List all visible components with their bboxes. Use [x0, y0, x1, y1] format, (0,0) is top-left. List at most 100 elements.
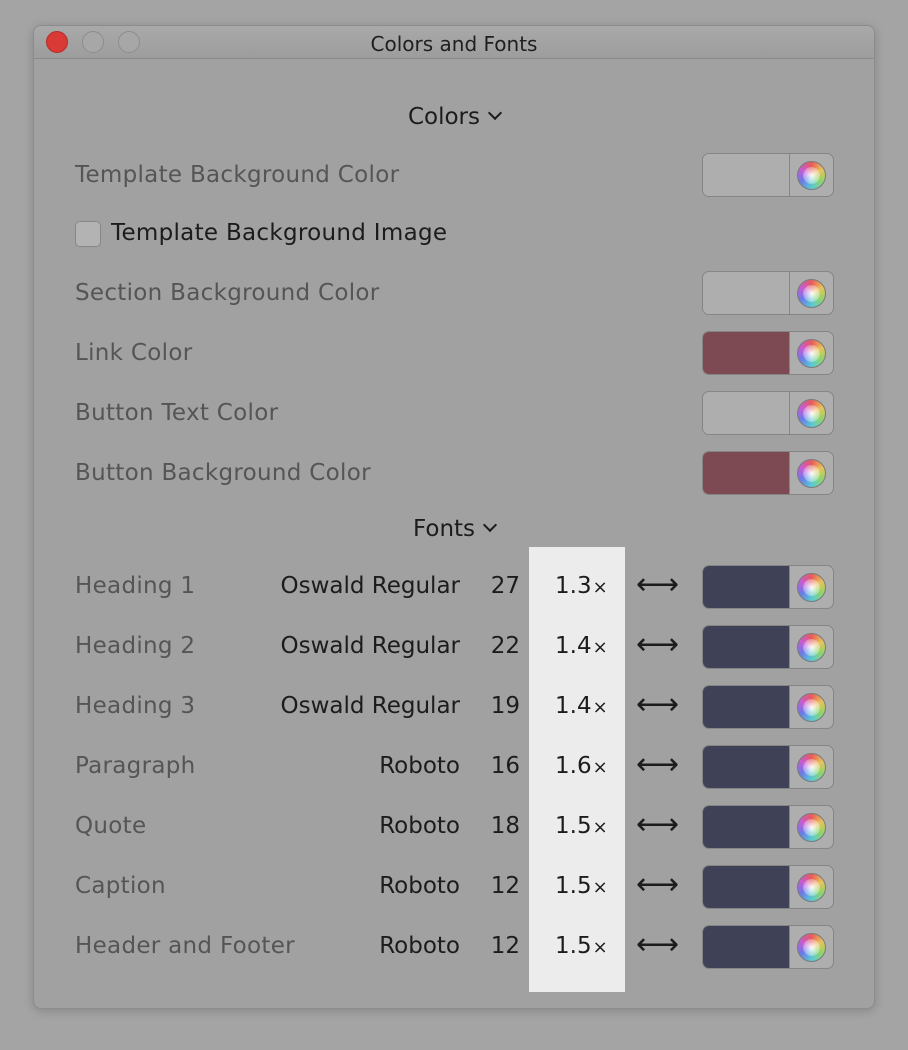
template-background-image-checkbox[interactable]	[75, 221, 101, 247]
heading-1-line-height[interactable]: 1.3×	[555, 573, 608, 599]
heading-2-line-height[interactable]: 1.4×	[555, 633, 608, 659]
header-and-footer-color-well[interactable]	[702, 925, 834, 969]
section-background-color-swatch[interactable]	[703, 272, 790, 314]
section-background-color-well[interactable]	[702, 271, 834, 315]
heading-1-font[interactable]: Oswald Regular	[280, 573, 460, 599]
double-arrow-icon[interactable]: ⟷	[636, 930, 679, 960]
caption-line-height-value: 1.5	[555, 873, 592, 899]
heading-1-label: Heading 1	[75, 573, 196, 599]
paragraph-color-well[interactable]	[702, 745, 834, 789]
multiplier-sign: ×	[592, 697, 608, 718]
color-wheel-icon[interactable]	[797, 161, 826, 190]
header-and-footer-line-height-value: 1.5	[555, 933, 592, 959]
paragraph-line-height[interactable]: 1.6×	[555, 753, 608, 779]
paragraph-label: Paragraph	[75, 753, 196, 779]
multiplier-sign: ×	[592, 817, 608, 838]
button-text-color-label: Button Text Color	[75, 400, 279, 426]
heading-2-color-swatch[interactable]	[703, 626, 790, 668]
section-background-color-label: Section Background Color	[75, 280, 380, 306]
heading-2-size[interactable]: 22	[491, 633, 520, 659]
multiplier-sign: ×	[592, 637, 608, 658]
color-wheel-icon[interactable]	[797, 633, 826, 662]
paragraph-line-height-value: 1.6	[555, 753, 592, 779]
quote-font[interactable]: Roboto	[379, 813, 460, 839]
quote-line-height[interactable]: 1.5×	[555, 813, 608, 839]
heading-3-font[interactable]: Oswald Regular	[280, 693, 460, 719]
double-arrow-icon[interactable]: ⟷	[636, 690, 679, 720]
heading-2-label: Heading 2	[75, 633, 196, 659]
template-background-color-swatch[interactable]	[703, 154, 790, 196]
quote-label: Quote	[75, 813, 147, 839]
fonts-section-toggle[interactable]: Fonts	[34, 516, 874, 542]
heading-3-color-well[interactable]	[702, 685, 834, 729]
link-color-well[interactable]	[702, 331, 834, 375]
caption-size[interactable]: 12	[491, 873, 520, 899]
color-wheel-icon[interactable]	[797, 933, 826, 962]
heading-2-font[interactable]: Oswald Regular	[280, 633, 460, 659]
caption-line-height[interactable]: 1.5×	[555, 873, 608, 899]
header-and-footer-line-height[interactable]: 1.5×	[555, 933, 608, 959]
color-wheel-icon[interactable]	[797, 339, 826, 368]
fonts-section-title: Fonts	[412, 516, 476, 542]
link-color-label: Link Color	[75, 340, 193, 366]
paragraph-size[interactable]: 16	[491, 753, 520, 779]
paragraph-font[interactable]: Roboto	[379, 753, 460, 779]
button-text-color-swatch[interactable]	[703, 392, 790, 434]
heading-2-color-well[interactable]	[702, 625, 834, 669]
heading-3-size[interactable]: 19	[491, 693, 520, 719]
button-background-color-well[interactable]	[702, 451, 834, 495]
colors-and-fonts-window: Colors and Fonts Colors Template Backgro…	[33, 25, 875, 1009]
colors-section-toggle[interactable]: Colors	[34, 104, 874, 130]
header-and-footer-label: Header and Footer	[75, 933, 295, 959]
heading-3-line-height[interactable]: 1.4×	[555, 693, 608, 719]
color-wheel-icon[interactable]	[797, 399, 826, 428]
multiplier-sign: ×	[592, 757, 608, 778]
color-wheel-icon[interactable]	[797, 279, 826, 308]
multiplier-sign: ×	[592, 577, 608, 598]
color-wheel-icon[interactable]	[797, 459, 826, 488]
color-wheel-icon[interactable]	[797, 573, 826, 602]
header-and-footer-size[interactable]: 12	[491, 933, 520, 959]
double-arrow-icon[interactable]: ⟷	[636, 630, 679, 660]
title-bar[interactable]: Colors and Fonts	[34, 26, 874, 59]
heading-1-color-swatch[interactable]	[703, 566, 790, 608]
template-background-image-label[interactable]: Template Background Image	[111, 220, 447, 246]
template-background-color-label: Template Background Color	[75, 162, 400, 188]
color-wheel-icon[interactable]	[797, 753, 826, 782]
quote-size[interactable]: 18	[491, 813, 520, 839]
quote-line-height-value: 1.5	[555, 813, 592, 839]
caption-color-well[interactable]	[702, 865, 834, 909]
double-arrow-icon[interactable]: ⟷	[636, 750, 679, 780]
heading-3-line-height-value: 1.4	[555, 693, 592, 719]
heading-1-color-well[interactable]	[702, 565, 834, 609]
caption-font[interactable]: Roboto	[379, 873, 460, 899]
color-wheel-icon[interactable]	[797, 813, 826, 842]
template-background-color-well[interactable]	[702, 153, 834, 197]
heading-3-label: Heading 3	[75, 693, 196, 719]
double-arrow-icon[interactable]: ⟷	[636, 810, 679, 840]
heading-1-line-height-value: 1.3	[555, 573, 592, 599]
paragraph-color-swatch[interactable]	[703, 746, 790, 788]
heading-2-line-height-value: 1.4	[555, 633, 592, 659]
double-arrow-icon[interactable]: ⟷	[636, 570, 679, 600]
button-background-color-swatch[interactable]	[703, 452, 790, 494]
caption-color-swatch[interactable]	[703, 866, 790, 908]
color-wheel-icon[interactable]	[797, 873, 826, 902]
multiplier-sign: ×	[592, 937, 608, 958]
header-and-footer-font[interactable]: Roboto	[379, 933, 460, 959]
caption-label: Caption	[75, 873, 166, 899]
multiplier-sign: ×	[592, 877, 608, 898]
chevron-down-icon	[482, 517, 498, 533]
heading-1-size[interactable]: 27	[491, 573, 520, 599]
button-background-color-label: Button Background Color	[75, 460, 371, 486]
double-arrow-icon[interactable]: ⟷	[636, 870, 679, 900]
quote-color-well[interactable]	[702, 805, 834, 849]
link-color-swatch[interactable]	[703, 332, 790, 374]
heading-3-color-swatch[interactable]	[703, 686, 790, 728]
quote-color-swatch[interactable]	[703, 806, 790, 848]
button-text-color-well[interactable]	[702, 391, 834, 435]
window-title: Colors and Fonts	[370, 32, 538, 56]
color-wheel-icon[interactable]	[797, 693, 826, 722]
header-and-footer-color-swatch[interactable]	[703, 926, 790, 968]
chevron-down-icon	[487, 105, 503, 121]
